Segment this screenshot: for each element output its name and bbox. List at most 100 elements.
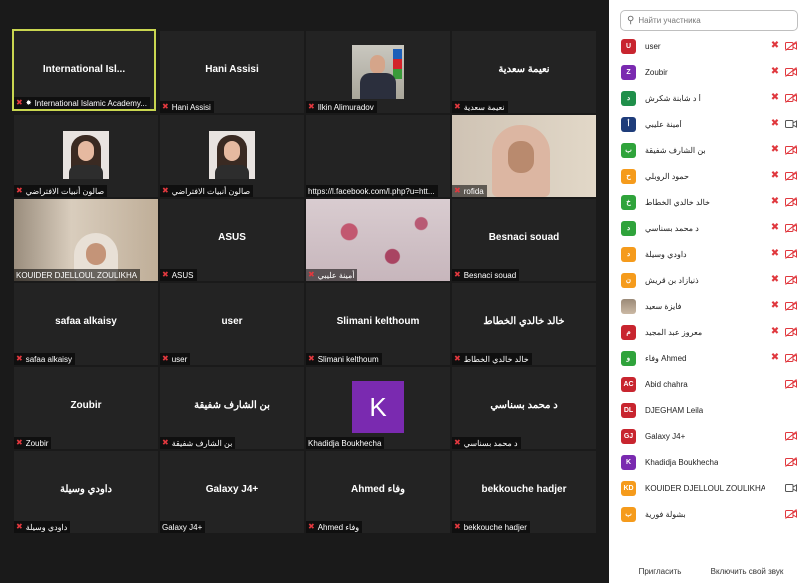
camera-icon[interactable] [785,119,797,129]
participant-name: وفاء Ahmed [645,353,687,363]
participant-display-name: safaa alkaisy [55,316,117,327]
video-gallery: International Isl... ✖ ✸ International Isla… [0,0,609,583]
profile-photo [352,45,404,99]
participant-row[interactable]: ح حمود الروبلي ✖ [609,163,800,189]
video-tile[interactable]: bekkouche hadjer ✖ bekkouche hadjer [452,451,596,533]
avatar: و [621,350,636,366]
video-tile[interactable]: Zoubir ✖ Zoubir [14,367,158,449]
video-tile[interactable]: ✖ Ilkin Alimuradov [306,31,450,113]
name-caption: ✖ Hani Assisi [160,101,214,113]
participant-row[interactable]: AC Abid chahra [609,371,800,397]
mic-muted-icon[interactable]: ✖ [769,326,781,338]
camera-off-icon[interactable] [785,41,797,51]
participant-search[interactable]: ⚲ [620,10,798,31]
participant-row[interactable]: د داودي وسيلة ✖ [609,241,800,267]
video-tile[interactable]: safaa alkaisy ✖ safaa alkaisy [14,283,158,365]
mic-muted-icon[interactable]: ✖ [769,92,781,104]
participant-row[interactable]: د د محمد بسناسي ✖ [609,215,800,241]
video-tile[interactable]: Hani Assisi ✖ Hani Assisi [160,31,304,113]
camera-off-icon[interactable] [785,353,797,363]
name-caption: ✖ safaa alkaisy [14,353,75,365]
participant-row[interactable]: ب بشولة فورية [609,501,800,527]
participant-row[interactable]: د أ د شابنة شكرش ✖ [609,85,800,111]
video-tile[interactable]: داودي وسيلة ✖ داودي وسيلة [14,451,158,533]
participant-row[interactable]: KD KOUIDER DJELLOUL ZOULIKHA [609,475,800,501]
camera-off-icon[interactable] [785,509,797,519]
mic-muted-icon[interactable]: ✖ [769,118,781,130]
mic-muted-icon[interactable]: ✖ [769,144,781,156]
participant-row[interactable]: GJ Galaxy J4+ [609,423,800,449]
camera-off-icon[interactable] [785,171,797,181]
video-tile[interactable]: ✖ أمينة عليبي [306,199,450,281]
mic-muted-icon: ✖ [454,186,461,195]
search-input[interactable] [638,16,789,25]
name-caption: ✖ Slimani kelthoum [306,353,382,365]
video-tile[interactable]: ASUS ✖ ASUS [160,199,304,281]
camera-off-icon[interactable] [785,457,797,467]
video-tile[interactable]: Besnaci souad ✖ Besnaci souad [452,199,596,281]
video-tile[interactable]: https://l.facebook.com/l.php?u=htt... [306,115,450,197]
camera-off-icon[interactable] [785,145,797,155]
camera-off-icon[interactable] [785,379,797,389]
video-tile[interactable]: بن الشارف شفيقة ✖ بن الشارف شفيقة [160,367,304,449]
mic-muted-icon[interactable]: ✖ [769,196,781,208]
video-tile[interactable]: ✖ صالون أنبيات الافتراضي [160,115,304,197]
camera-off-icon[interactable] [785,301,797,311]
participant-name: ذنيازاد بن قريش [645,275,699,285]
camera-off-icon[interactable] [785,327,797,337]
participant-row[interactable]: خ خالد خالدي الخطاط ✖ [609,189,800,215]
mic-muted-icon[interactable]: ✖ [769,222,781,234]
video-tile[interactable]: K Khadidja Boukhecha [306,367,450,449]
camera-off-icon[interactable] [785,223,797,233]
caption-text: https://l.facebook.com/l.php?u=htt... [308,186,435,196]
camera-off-icon[interactable] [785,275,797,285]
mic-muted-icon[interactable]: ✖ [769,274,781,286]
mic-muted-icon[interactable]: ✖ [769,170,781,182]
video-tile[interactable]: Galaxy J4+ Galaxy J4+ [160,451,304,533]
mic-muted-icon[interactable]: ✖ [769,352,781,364]
participant-display-name: International Isl... [42,64,126,75]
camera-off-icon[interactable] [785,431,797,441]
name-caption: ✖ بن الشارف شفيقة [160,437,236,449]
name-caption: KOUIDER DJELLOUL ZOULIKHA [14,269,141,281]
video-tile[interactable]: د محمد بسناسي ✖ د محمد بسناسي [452,367,596,449]
video-tile[interactable]: International Isl... ✖ ✸ International Isla… [12,29,156,111]
participant-row[interactable]: ب بن الشارف شفيقة ✖ [609,137,800,163]
participant-row[interactable]: DL DJEGHAM Leila [609,397,800,423]
video-tile[interactable]: خالد خالدي الخطاط ✖ خالد خالدي الخطاط [452,283,596,365]
participant-row[interactable]: فايزة سعيد ✖ [609,293,800,319]
avatar: خ [621,194,636,210]
video-tile[interactable]: ✖ rofida [452,115,596,197]
camera-off-icon[interactable] [785,93,797,103]
mic-muted-icon[interactable]: ✖ [769,300,781,312]
camera-off-icon[interactable] [785,67,797,77]
video-tile[interactable]: user ✖ user [160,283,304,365]
mic-muted-icon[interactable]: ✖ [769,40,781,52]
video-tile[interactable]: KOUIDER DJELLOUL ZOULIKHA [14,199,158,281]
video-tile[interactable]: Slimani kelthoum ✖ Slimani kelthoum [306,283,450,365]
camera-icon[interactable] [785,483,797,493]
mic-muted-icon[interactable]: ✖ [769,248,781,260]
video-tile[interactable]: Ahmed وفاء ✖ Ahmed وفاء [306,451,450,533]
participant-row[interactable]: أ أمينة عليبي ✖ [609,111,800,137]
invite-button[interactable]: Пригласить [635,564,685,578]
camera-off-icon[interactable] [785,249,797,259]
participant-row[interactable]: م معروز عبد المجيد ✖ [609,319,800,345]
participant-row[interactable]: Z Zoubir ✖ [609,59,800,85]
avatar: GJ [621,428,636,444]
camera-off-icon[interactable] [785,197,797,207]
video-tile[interactable]: ✖ صالون أنبيات الافتراضي [14,115,158,197]
caption-text: Ahmed وفاء [317,522,360,532]
participant-row[interactable]: و وفاء Ahmed ✖ [609,345,800,371]
participant-name: Zoubir [645,67,668,77]
participant-row[interactable]: Uuser ✖ [609,33,800,59]
video-tile[interactable]: نعيمة سعدية ✖ نعيمة سعدية [452,31,596,113]
caption-text: KOUIDER DJELLOUL ZOULIKHA [16,270,138,280]
participant-row[interactable]: ن ذنيازاد بن قريش ✖ [609,267,800,293]
unmute-self-button[interactable]: Включить свой звук [707,564,787,578]
participant-row[interactable]: K Khadidja Boukhecha [609,449,800,475]
participant-name: فايزة سعيد [645,301,682,311]
mic-muted-icon: ✖ [16,98,23,107]
name-caption: ✖ خالد خالدي الخطاط [452,353,532,365]
mic-muted-icon[interactable]: ✖ [769,66,781,78]
